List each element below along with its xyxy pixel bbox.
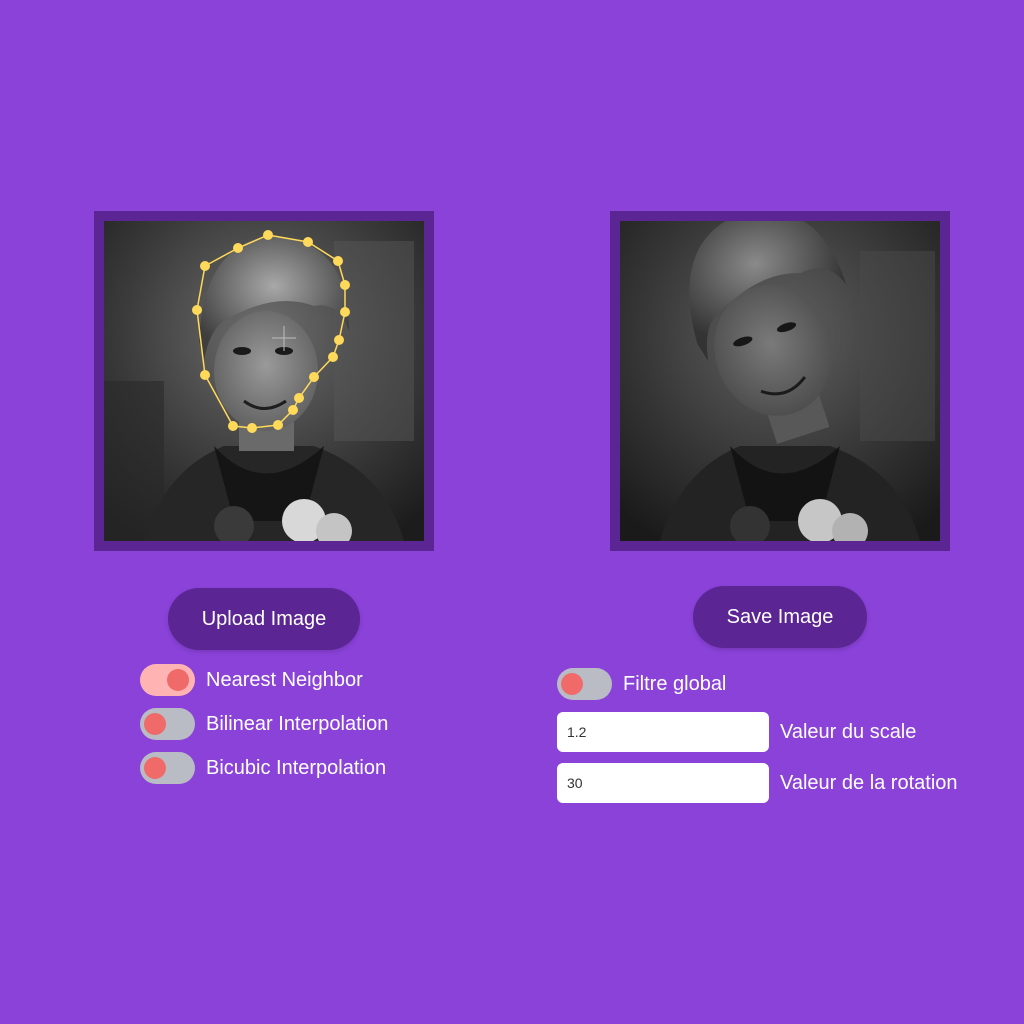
bilinear-interpolation-label: Bilinear Interpolation — [206, 712, 389, 735]
toggle-knob — [144, 713, 166, 735]
bilinear-interpolation-row: Bilinear Interpolation — [140, 708, 388, 740]
global-filter-row: Filtre global — [557, 668, 726, 700]
save-image-button[interactable]: Save Image — [693, 586, 867, 648]
source-image-frame — [94, 211, 434, 551]
result-image-frame — [610, 211, 950, 551]
global-filter-label: Filtre global — [623, 672, 727, 695]
result-image — [620, 221, 940, 541]
toggle-knob — [561, 673, 583, 695]
scale-label: Valeur du scale — [780, 720, 917, 743]
nearest-neighbor-row: Nearest Neighbor — [140, 664, 363, 696]
source-image — [104, 221, 424, 541]
scale-row: Valeur du scale — [557, 712, 916, 752]
bicubic-interpolation-row: Bicubic Interpolation — [140, 752, 386, 784]
toggle-knob — [167, 669, 189, 691]
global-filter-toggle[interactable] — [557, 668, 612, 700]
bicubic-interpolation-label: Bicubic Interpolation — [206, 756, 387, 779]
nearest-neighbor-toggle[interactable] — [140, 664, 195, 696]
scale-input[interactable] — [557, 712, 769, 752]
app-page: Upload Image Save Image Nearest Neighbor… — [0, 0, 1024, 1024]
rotation-input[interactable] — [557, 763, 769, 803]
bilinear-interpolation-toggle[interactable] — [140, 708, 195, 740]
nearest-neighbor-label: Nearest Neighbor — [206, 668, 363, 691]
rotation-row: Valeur de la rotation — [557, 763, 958, 803]
bicubic-interpolation-toggle[interactable] — [140, 752, 195, 784]
rotation-label: Valeur de la rotation — [780, 771, 958, 794]
upload-image-button[interactable]: Upload Image — [168, 588, 360, 650]
toggle-knob — [144, 757, 166, 779]
